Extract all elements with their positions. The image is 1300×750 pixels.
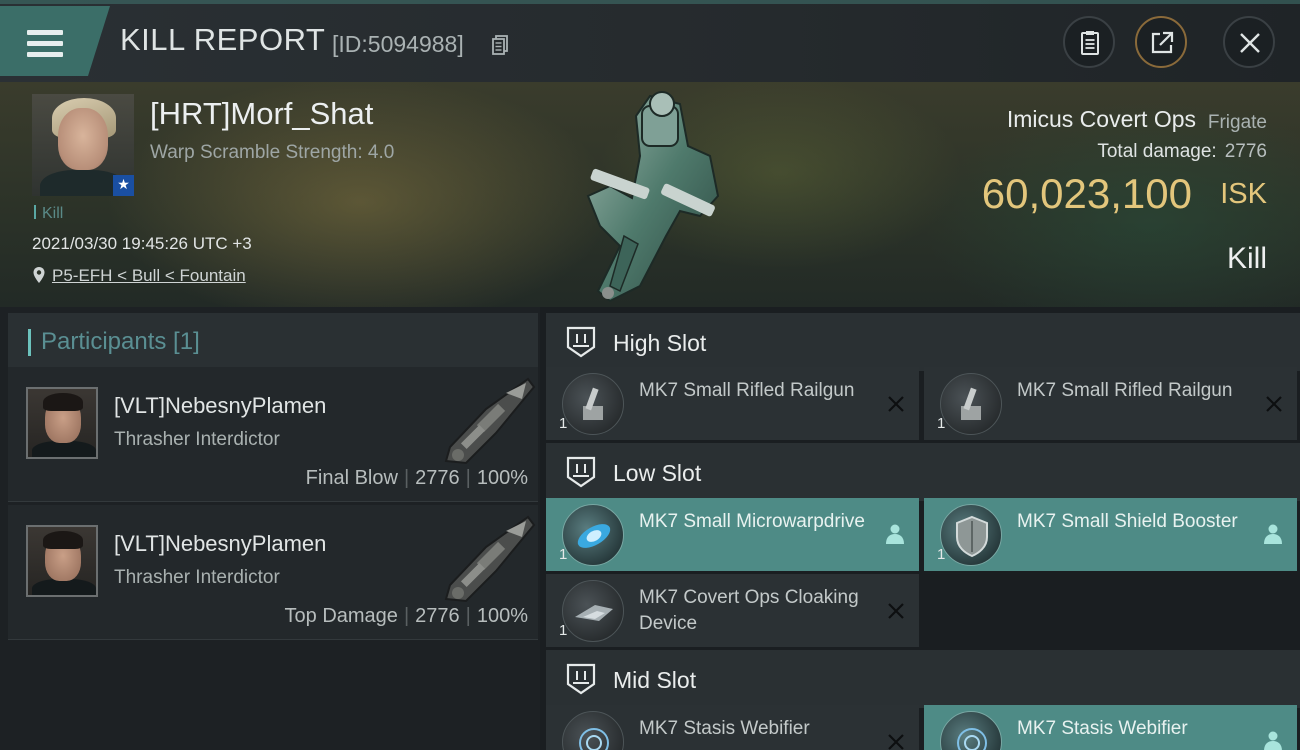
high-slot-title: High Slot bbox=[613, 330, 707, 356]
total-damage-label: Total damage: bbox=[1097, 141, 1217, 162]
low-slot-header: Low Slot bbox=[546, 443, 1300, 501]
star-icon: ★ bbox=[113, 175, 134, 196]
participant-name: [VLT]NebesnyPlamen bbox=[114, 531, 327, 556]
module-item[interactable]: 1 MK7 Stasis Webifier bbox=[924, 705, 1297, 750]
victim-ship-image bbox=[586, 91, 720, 303]
kill-tag: Kill bbox=[34, 205, 63, 223]
microwarpdrive-icon bbox=[562, 504, 624, 566]
participant-ship-image bbox=[444, 515, 536, 603]
kill-datetime: 2021/03/30 19:45:26 UTC +3 bbox=[32, 234, 252, 253]
module-quantity: 1 bbox=[937, 415, 946, 432]
share-icon bbox=[1151, 31, 1174, 54]
mid-slot-title: Mid Slot bbox=[613, 667, 697, 693]
location-pin-icon bbox=[33, 267, 45, 283]
module-name: MK7 Small Shield Booster bbox=[1017, 511, 1238, 532]
module-name: MK7 Stasis Webifier bbox=[1017, 718, 1188, 739]
participants-panel: Participants [1] [VLT]NebesnyPlamen Thra… bbox=[0, 307, 540, 750]
participant-avatar[interactable] bbox=[26, 387, 98, 459]
module-item[interactable]: 1 MK7 Small Rifled Railgun bbox=[924, 367, 1297, 440]
victim-banner: ★ [HRT]Morf_Shat Warp Scramble Strength:… bbox=[0, 82, 1300, 307]
participant-ship: Thrasher Interdictor bbox=[114, 429, 280, 450]
page-title: KILL REPORT bbox=[120, 22, 326, 57]
stasis-webifier-icon bbox=[940, 711, 1002, 750]
low-slot-title: Low Slot bbox=[613, 460, 702, 486]
participant-damage: 2776 bbox=[415, 605, 460, 627]
module-name: MK7 Small Rifled Railgun bbox=[1017, 380, 1233, 401]
participant-stats: Final Blow | 2776 | 100% bbox=[305, 467, 528, 489]
shield-booster-icon bbox=[940, 504, 1002, 566]
railgun-icon bbox=[940, 373, 1002, 435]
module-quantity: 1 bbox=[937, 546, 946, 563]
participant-ship: Thrasher Interdictor bbox=[114, 567, 280, 588]
destroyed-x-icon bbox=[888, 396, 904, 412]
header-bar: KILL REPORT [ID:5094988] bbox=[0, 0, 1300, 82]
dropped-pilot-icon bbox=[886, 524, 904, 544]
participant-percent: 100% bbox=[476, 605, 528, 627]
mid-slot-icon bbox=[566, 663, 596, 695]
module-item[interactable]: 1 MK7 Small Microwarpdrive bbox=[546, 498, 919, 571]
stasis-webifier-icon bbox=[562, 711, 624, 750]
destroyed-x-icon bbox=[888, 603, 904, 619]
destroyed-x-icon bbox=[888, 734, 904, 750]
total-damage-value: 2776 bbox=[1224, 141, 1267, 162]
kill-location[interactable]: P5-EFH < Bull < Fountain bbox=[32, 266, 246, 286]
participants-header: Participants [1] bbox=[8, 313, 538, 371]
kill-result: Kill bbox=[1226, 242, 1267, 275]
victim-ship-class: Frigate bbox=[1207, 112, 1267, 133]
participant-ship-image bbox=[444, 377, 536, 465]
location-link[interactable]: P5-EFH < Bull < Fountain bbox=[52, 266, 246, 285]
module-quantity: 1 bbox=[559, 546, 568, 563]
module-quantity: 1 bbox=[559, 622, 568, 639]
kill-id: [ID:5094988] bbox=[332, 31, 464, 57]
participant-avatar[interactable] bbox=[26, 525, 98, 597]
close-icon bbox=[1240, 33, 1260, 53]
module-name: MK7 Covert Ops Cloaking Device bbox=[639, 587, 859, 634]
participant-percent: 100% bbox=[476, 467, 528, 489]
module-item[interactable]: 1 MK7 Small Rifled Railgun bbox=[546, 367, 919, 440]
module-item[interactable]: 1 MK7 Stasis Webifier bbox=[546, 705, 919, 750]
report-button[interactable] bbox=[1063, 16, 1115, 68]
isk-unit: ISK bbox=[1220, 178, 1267, 210]
high-slot-header: High Slot bbox=[546, 313, 1300, 371]
copy-icon[interactable] bbox=[492, 35, 508, 55]
share-button[interactable] bbox=[1135, 16, 1187, 68]
participant-damage: 2776 bbox=[415, 467, 460, 489]
menu-button[interactable] bbox=[0, 6, 110, 76]
close-button[interactable] bbox=[1223, 16, 1275, 68]
cloaking-device-icon bbox=[562, 580, 624, 642]
module-item[interactable]: 1 MK7 Covert Ops Cloaking Device bbox=[546, 574, 919, 647]
module-name: MK7 Small Rifled Railgun bbox=[639, 380, 855, 401]
railgun-icon bbox=[562, 373, 624, 435]
module-item[interactable]: 1 MK7 Small Shield Booster bbox=[924, 498, 1297, 571]
mid-slot-header: Mid Slot bbox=[546, 650, 1300, 708]
participant-name: [VLT]NebesnyPlamen bbox=[114, 393, 327, 418]
menu-icon bbox=[27, 30, 63, 58]
report-icon bbox=[1081, 31, 1099, 55]
total-damage: Total damage: 2776 bbox=[1097, 141, 1267, 163]
high-slot-icon bbox=[566, 326, 596, 358]
victim-ship-name: Imicus Covert Ops bbox=[1006, 106, 1196, 132]
participant-role: Final Blow bbox=[305, 467, 398, 489]
warp-scramble-strength: Warp Scramble Strength: 4.0 bbox=[150, 142, 395, 163]
participant-row[interactable]: [VLT]NebesnyPlamen Thrasher Interdictor … bbox=[8, 367, 538, 502]
header-accent-line bbox=[0, 0, 1300, 4]
dropped-pilot-icon bbox=[1264, 731, 1282, 750]
participant-stats: Top Damage | 2776 | 100% bbox=[284, 605, 528, 627]
module-name: MK7 Small Microwarpdrive bbox=[639, 511, 865, 532]
participants-title: Participants [1] bbox=[41, 328, 200, 355]
participant-role: Top Damage bbox=[284, 605, 398, 627]
victim-name: [HRT]Morf_Shat bbox=[150, 96, 374, 131]
isk-value: 60,023,100 bbox=[981, 170, 1192, 217]
module-name: MK7 Stasis Webifier bbox=[639, 718, 810, 739]
fitting-panel: High Slot 1 MK7 Small Rifled Railgun 1 M… bbox=[540, 307, 1300, 750]
participant-row[interactable]: [VLT]NebesnyPlamen Thrasher Interdictor … bbox=[8, 505, 538, 640]
dropped-pilot-icon bbox=[1264, 524, 1282, 544]
low-slot-icon bbox=[566, 456, 596, 488]
module-quantity: 1 bbox=[559, 415, 568, 432]
destroyed-x-icon bbox=[1266, 396, 1282, 412]
